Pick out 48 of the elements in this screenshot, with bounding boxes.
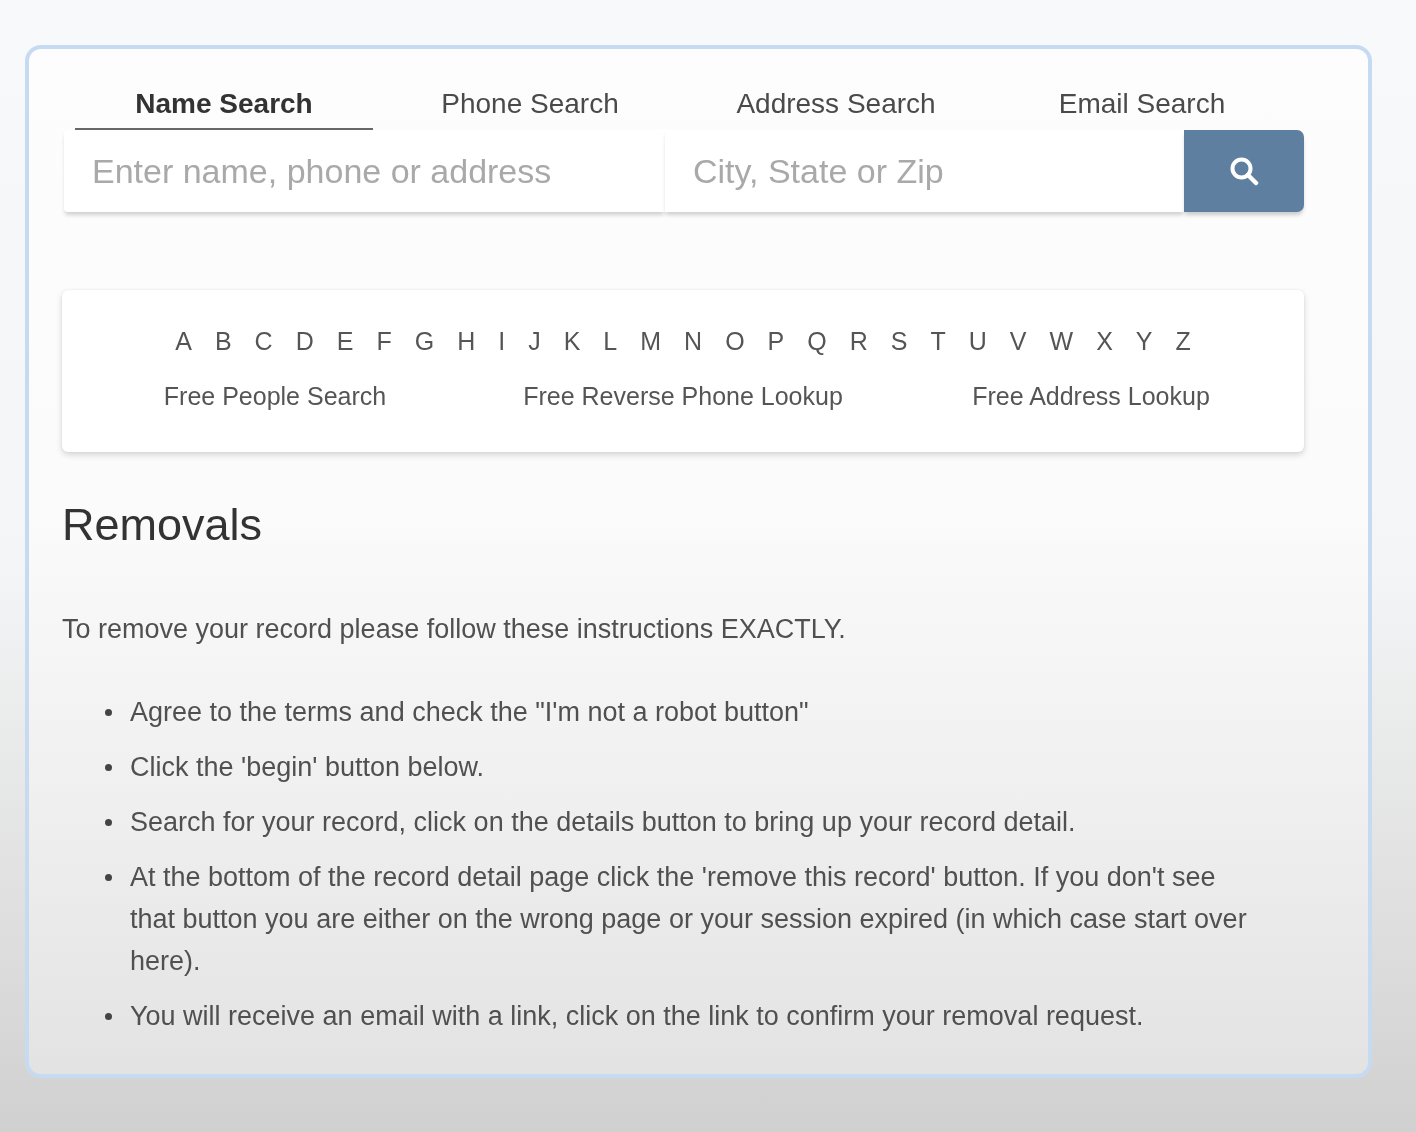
search-field[interactable]: City, State or Zip <box>665 130 1184 212</box>
letter-link[interactable]: O <box>725 326 745 356</box>
letter-link[interactable]: Q <box>807 326 827 356</box>
letter-link[interactable]: N <box>684 326 703 356</box>
search-icon <box>1229 156 1259 186</box>
letter-link[interactable]: I <box>498 326 506 356</box>
search-tab[interactable]: Email Search <box>993 80 1291 130</box>
letter-link[interactable]: K <box>563 326 581 356</box>
step-text: Agree to the terms and check the "I'm not a robot button" <box>130 696 809 729</box>
search-tab[interactable]: Address Search <box>687 80 985 130</box>
letter-link[interactable]: E <box>336 326 354 356</box>
bullet-icon <box>105 1013 112 1020</box>
letter-link[interactable]: M <box>640 326 662 356</box>
letter-link[interactable]: G <box>414 326 435 356</box>
letter-link[interactable]: W <box>1049 326 1074 356</box>
bullet-icon <box>105 819 112 826</box>
letter-link[interactable]: H <box>457 326 476 356</box>
letter-link[interactable]: F <box>376 326 392 356</box>
bullet-icon <box>105 874 112 881</box>
search-button[interactable] <box>1184 130 1304 212</box>
letter-link[interactable]: A <box>175 326 192 356</box>
letter-link[interactable]: V <box>1009 326 1027 356</box>
letter-link[interactable]: R <box>849 326 868 356</box>
letter-link[interactable]: D <box>295 326 314 356</box>
letter-link[interactable]: L <box>603 326 618 356</box>
removals-heading: Removals <box>62 500 264 550</box>
bullet-icon <box>105 764 112 771</box>
step-text: At the bottom of the record detail page click the 'remove this record' button. If you don't see that button you are either on the wrong page or your session expired (in which case start over here). <box>130 861 1248 978</box>
search-field[interactable]: Enter name, phone or address <box>64 130 665 212</box>
letter-link[interactable]: T <box>930 326 946 356</box>
step-text: Click the 'begin' button below. <box>130 751 485 784</box>
letter-link[interactable]: J <box>528 326 541 356</box>
intro-text: To remove your record please follow these instructions EXACTLY. <box>62 613 847 646</box>
lookup-link[interactable]: Free Reverse Phone Lookup <box>523 381 843 411</box>
step-text: You will receive an email with a link, click on the link to confirm your removal request. <box>130 1000 1144 1033</box>
letter-link[interactable]: S <box>890 326 908 356</box>
step-text: Search for your record, click on the details button to bring up your record detail. <box>130 806 1076 839</box>
lookup-link[interactable]: Free Address Lookup <box>972 381 1210 411</box>
letter-link[interactable]: X <box>1096 326 1113 356</box>
letter-link[interactable]: Y <box>1135 326 1153 356</box>
letter-link[interactable]: U <box>968 326 987 356</box>
lookup-link[interactable]: Free People Search <box>163 381 387 411</box>
letter-link[interactable]: Z <box>1175 326 1191 356</box>
letter-link[interactable]: P <box>767 326 785 356</box>
letter-link[interactable]: B <box>214 326 232 356</box>
search-tab[interactable]: Phone Search <box>381 80 679 130</box>
letter-link[interactable]: C <box>254 326 273 356</box>
bullet-icon <box>105 709 112 716</box>
